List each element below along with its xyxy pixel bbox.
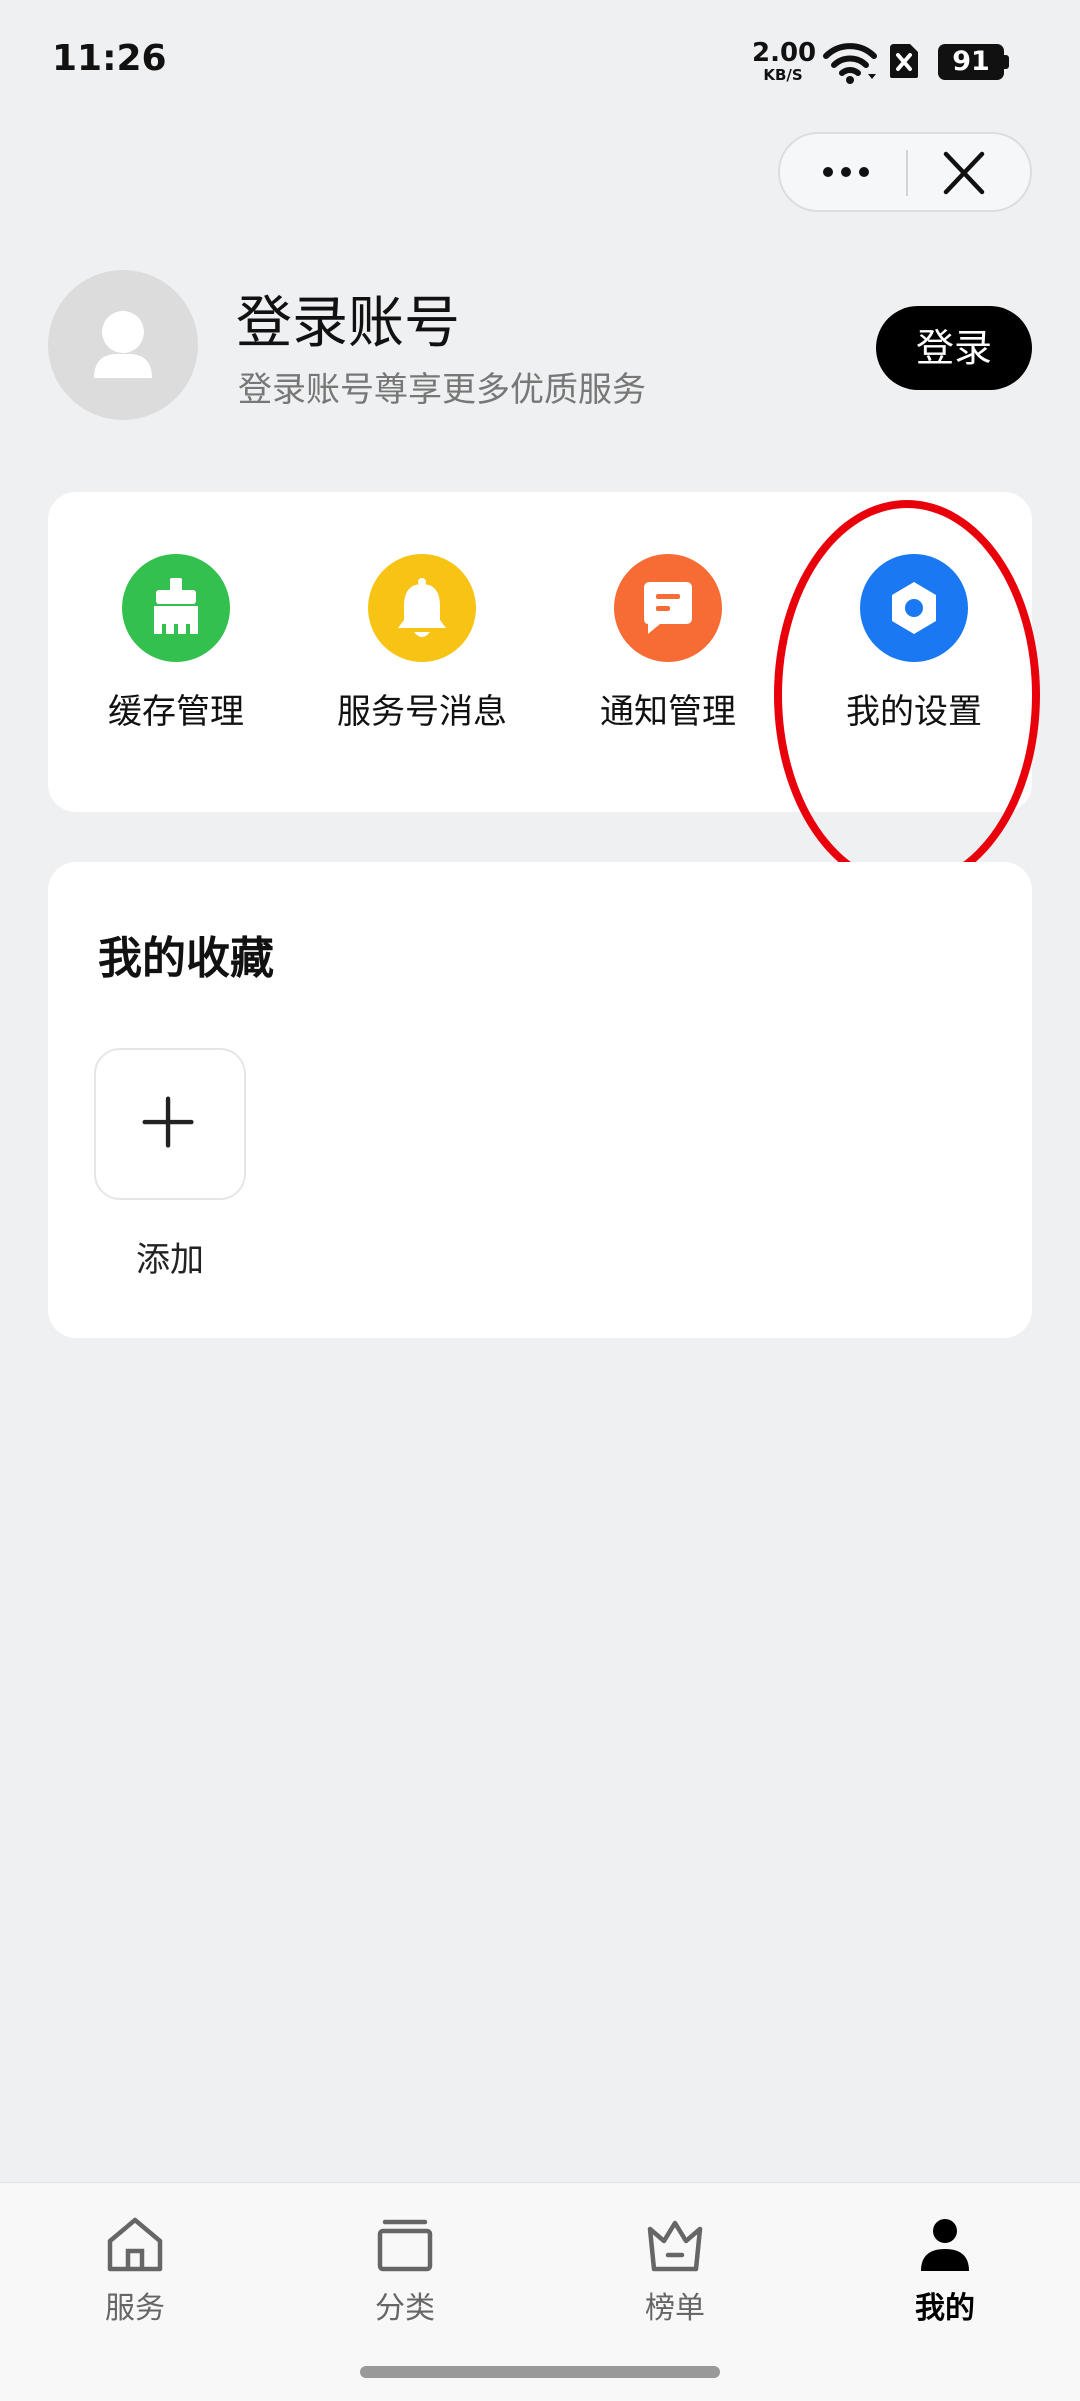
login-button[interactable]: 登录	[876, 306, 1032, 390]
plus-icon	[142, 1096, 194, 1148]
add-favorite-button[interactable]	[94, 1048, 246, 1200]
person-icon	[94, 311, 152, 378]
status-time: 11:26	[52, 38, 167, 79]
message-icon	[614, 554, 722, 662]
wifi-icon	[823, 43, 877, 84]
favorites-title: 我的收藏	[98, 933, 274, 984]
brush-icon	[122, 554, 230, 662]
person-icon	[921, 2219, 969, 2271]
quick-action-my-settings[interactable]: 我的设置	[804, 554, 1024, 733]
network-speed-value: 2.00	[752, 38, 817, 68]
home-icon	[107, 2217, 163, 2272]
bell-icon	[368, 554, 476, 662]
capsule-divider	[906, 150, 908, 196]
status-bar: 11:26 2.00 KB/S 91	[0, 0, 1080, 120]
more-icon[interactable]	[816, 154, 876, 190]
no-sim-icon	[890, 44, 918, 78]
category-icon	[377, 2219, 433, 2272]
settings-icon	[860, 554, 968, 662]
network-speed-unit: KB/S	[763, 66, 803, 84]
tab-label: 我的	[915, 2291, 975, 2326]
tab-rankings[interactable]: 榜单	[590, 2215, 760, 2327]
avatar[interactable]	[48, 270, 198, 420]
favorites-card: 我的收藏 添加	[48, 862, 1032, 1338]
crown-icon	[647, 2220, 703, 2272]
network-speed: 2.00 KB/S	[752, 38, 817, 84]
battery-tip	[1004, 55, 1009, 69]
quick-actions-card: 缓存管理 服务号消息 通知管理 我的设置	[48, 492, 1032, 812]
quick-action-service-messages[interactable]: 服务号消息	[312, 554, 532, 733]
close-icon[interactable]	[936, 146, 992, 200]
tab-label: 服务	[105, 2291, 165, 2326]
quick-action-label: 服务号消息	[337, 692, 507, 732]
tab-mine[interactable]: 我的	[860, 2215, 1030, 2327]
quick-action-notifications[interactable]: 通知管理	[558, 554, 778, 733]
profile-subtitle: 登录账号尊享更多优质服务	[238, 370, 646, 410]
home-indicator	[360, 2366, 720, 2378]
add-favorite-label: 添加	[136, 1240, 204, 1280]
quick-action-label: 通知管理	[600, 692, 736, 732]
tab-label: 榜单	[645, 2291, 705, 2326]
battery-level: 91	[938, 44, 1004, 80]
quick-action-label: 我的设置	[846, 692, 982, 732]
quick-action-cache[interactable]: 缓存管理	[66, 554, 286, 733]
tab-services[interactable]: 服务	[50, 2215, 220, 2327]
profile-title[interactable]: 登录账号	[236, 278, 460, 359]
mini-program-capsule	[778, 132, 1032, 212]
tab-categories[interactable]: 分类	[320, 2215, 490, 2327]
quick-action-label: 缓存管理	[108, 692, 244, 732]
tab-label: 分类	[375, 2291, 435, 2326]
